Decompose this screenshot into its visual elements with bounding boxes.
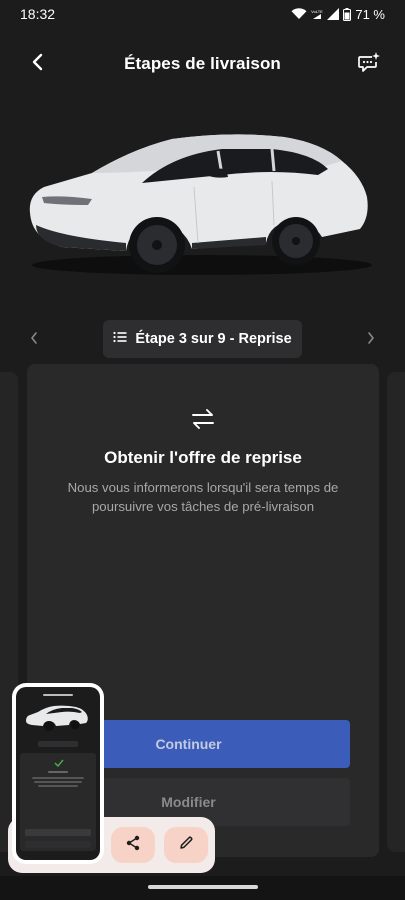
chat-button[interactable]	[355, 50, 383, 78]
list-icon	[113, 331, 127, 347]
thumbnail-car-image	[26, 705, 88, 731]
screenshot-thumbnail[interactable]	[12, 683, 104, 864]
vehicle-image	[22, 125, 374, 280]
status-bar: 18:32 VoLTE 71 %	[0, 0, 405, 28]
thumbnail-step	[38, 741, 78, 747]
chevron-left-icon	[30, 331, 38, 350]
page-title: Étapes de livraison	[124, 54, 281, 73]
chevron-left-icon	[31, 53, 45, 76]
battery-icon	[343, 7, 352, 21]
next-step-button[interactable]	[361, 328, 381, 352]
step-title: Obtenir l'offre de reprise	[104, 448, 302, 467]
svg-text:VoLTE: VoLTE	[312, 9, 324, 14]
home-gesture-handle[interactable]	[148, 885, 258, 889]
header: Étapes de livraison	[0, 42, 405, 86]
previous-step-button[interactable]	[24, 328, 44, 352]
step-label: Étape 3 sur 9 - Reprise	[135, 331, 292, 347]
thumbnail-preview	[16, 687, 100, 860]
chat-sparkle-icon	[357, 51, 381, 78]
back-button[interactable]	[24, 50, 52, 78]
step-description: Nous vous informerons lorsqu'il sera tem…	[67, 480, 339, 514]
thumbnail-title	[16, 693, 100, 698]
status-icons: VoLTE 71 %	[291, 7, 385, 22]
system-nav-bar	[0, 876, 405, 900]
pencil-icon	[178, 835, 194, 856]
next-step-card[interactable]	[387, 372, 405, 852]
edit-button[interactable]	[164, 827, 208, 863]
signal-icon	[327, 8, 340, 20]
chevron-right-icon	[367, 331, 375, 350]
share-icon	[125, 835, 141, 856]
battery-percent: 71 %	[355, 6, 385, 22]
thumbnail-card	[20, 753, 96, 851]
status-time: 18:32	[20, 6, 56, 22]
volte-icon: VoLTE	[311, 8, 323, 20]
wifi-icon	[291, 8, 307, 20]
step-navigation: Étape 3 sur 9 - Reprise	[0, 320, 405, 360]
step-selector[interactable]: Étape 3 sur 9 - Reprise	[103, 320, 302, 358]
share-button[interactable]	[111, 827, 155, 863]
swap-arrows-icon	[190, 408, 216, 430]
